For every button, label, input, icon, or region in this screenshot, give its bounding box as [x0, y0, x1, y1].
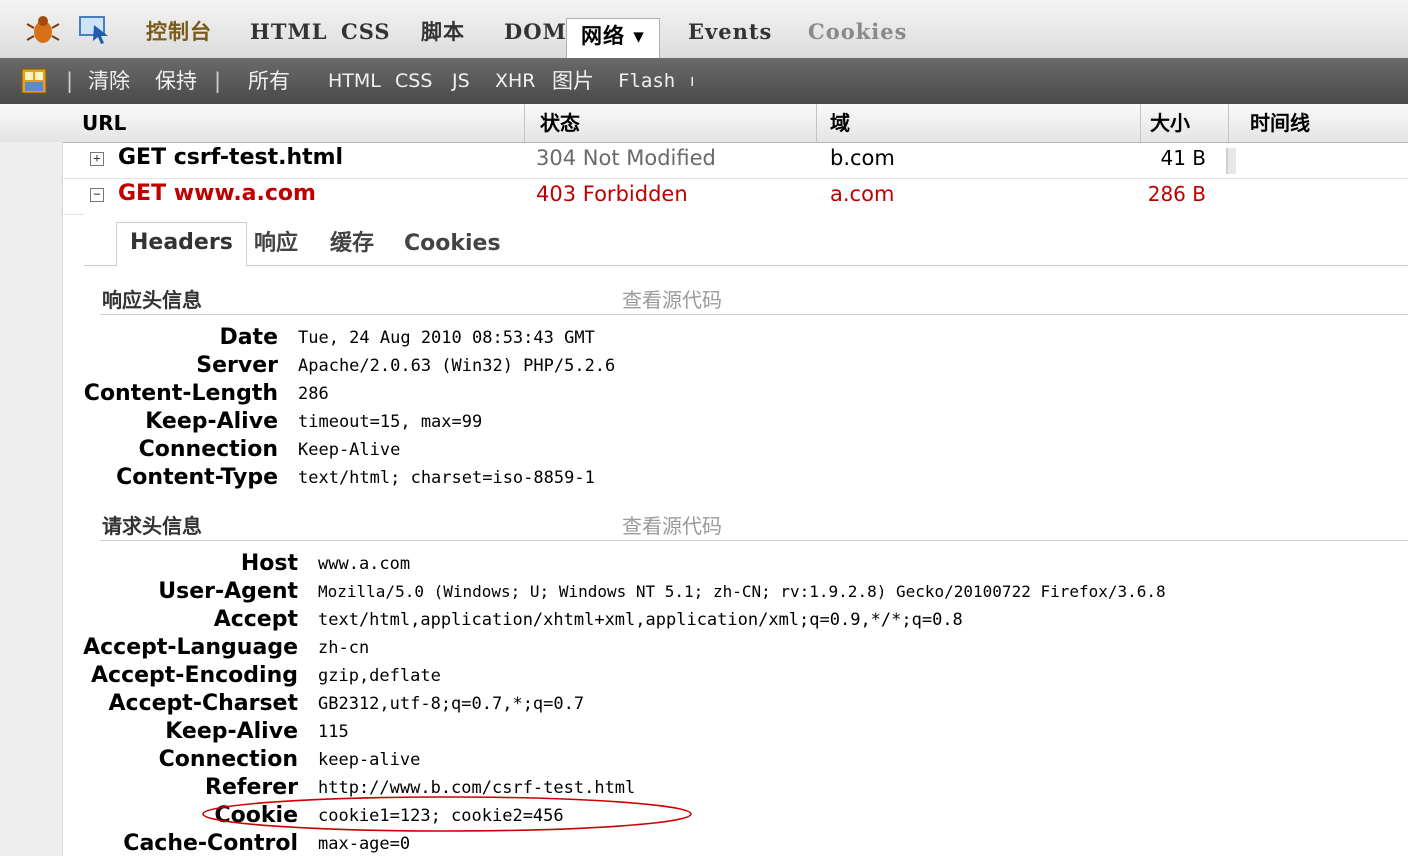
firebug-icon[interactable] [26, 12, 60, 46]
header-name: Keep-Alive [165, 719, 298, 744]
request-size: 41 B [1160, 146, 1206, 170]
header-name: Content-Type [116, 465, 278, 490]
column-divider [816, 104, 817, 142]
detail-tab-cookies[interactable]: Cookies [404, 224, 501, 264]
request-status: 403 Forbidden [536, 182, 688, 206]
filter-js-button[interactable]: JS [452, 66, 470, 96]
overflow-indicator: ı [690, 71, 695, 90]
column-header-row [0, 104, 1408, 143]
section-divider [100, 314, 1408, 315]
left-gutter [0, 142, 63, 856]
column-domain[interactable]: 域 [830, 104, 850, 142]
toolbar-separator: | [66, 69, 74, 93]
tab-events[interactable]: Events [688, 14, 772, 50]
header-name: Server [196, 353, 278, 378]
xhr-icon[interactable] [20, 67, 48, 95]
header-value: Tue, 24 Aug 2010 08:53:43 GMT [298, 328, 595, 348]
header-value: keep-alive [318, 750, 421, 770]
column-status[interactable]: 状态 [540, 104, 580, 142]
request-domain: a.com [830, 182, 895, 206]
header-name: Accept-Encoding [91, 663, 298, 688]
column-divider [524, 104, 525, 142]
section-divider [100, 540, 1408, 541]
inspect-icon[interactable] [78, 14, 112, 44]
column-url[interactable]: URL [82, 104, 126, 142]
header-name: Accept [213, 607, 298, 632]
filter-css-button[interactable]: CSS [395, 66, 432, 96]
header-name: Host [240, 551, 298, 576]
filter-html-button[interactable]: HTML [328, 66, 381, 96]
request-domain: b.com [830, 146, 895, 170]
timeline-bar [1226, 148, 1236, 174]
header-value: timeout=15, max=99 [298, 412, 483, 432]
header-value: zh-cn [318, 638, 370, 658]
tab-net[interactable]: 网络 ▾ [566, 18, 660, 59]
tab-css[interactable]: CSS [341, 14, 391, 50]
request-url[interactable]: GET csrf-test.html [118, 140, 343, 176]
collapse-icon[interactable]: − [90, 188, 104, 202]
header-value: GB2312,utf-8;q=0.7,*;q=0.7 [318, 694, 585, 714]
header-value: Keep-Alive [298, 440, 401, 460]
header-value: 115 [318, 722, 349, 742]
header-value: Mozilla/5.0 (Windows; U; Windows NT 5.1;… [318, 582, 1166, 601]
detail-tab-response[interactable]: 响应 [254, 224, 298, 264]
net-toolbar [0, 58, 1408, 104]
annotation-ellipse [202, 796, 692, 832]
column-timeline[interactable]: 时间线 [1250, 104, 1310, 142]
header-value: 286 [298, 384, 329, 404]
filter-all-button[interactable]: 所有 [248, 66, 290, 96]
tab-script[interactable]: 脚本 [421, 14, 465, 50]
header-name: Accept-Language [83, 635, 298, 660]
view-source-link[interactable]: 查看源代码 [622, 284, 722, 313]
header-name: Content-Length [83, 381, 278, 406]
column-size[interactable]: 大小 [1150, 104, 1190, 142]
header-name: Connection [158, 747, 298, 772]
detail-tab-headers[interactable]: Headers [116, 222, 247, 267]
expand-icon[interactable]: + [90, 152, 104, 166]
header-name: User-Agent [158, 579, 298, 604]
persist-button[interactable]: 保持 [155, 66, 197, 96]
tab-html[interactable]: HTML [250, 14, 327, 50]
filter-flash-button[interactable]: Flash [618, 66, 675, 96]
detail-tab-cache[interactable]: 缓存 [330, 224, 374, 264]
tab-dom[interactable]: DOM [504, 14, 567, 50]
column-divider [1228, 104, 1229, 142]
header-name: Date [219, 325, 278, 350]
view-source-link[interactable]: 查看源代码 [622, 510, 722, 539]
header-name: Accept-Charset [108, 691, 298, 716]
detail-tabs-divider [84, 265, 1408, 266]
request-size: 286 B [1147, 182, 1206, 206]
request-url[interactable]: GET www.a.com [118, 176, 316, 212]
tab-console[interactable]: 控制台 [146, 14, 212, 50]
toolbar-separator: | [214, 69, 222, 93]
header-value: text/html,application/xhtml+xml,applicat… [318, 610, 963, 630]
clear-button[interactable]: 清除 [88, 66, 130, 96]
header-value: www.a.com [318, 554, 411, 574]
request-headers-title: 请求头信息 [102, 514, 202, 538]
tab-cookies[interactable]: Cookies [808, 14, 907, 50]
column-divider [1140, 104, 1141, 142]
header-name: Keep-Alive [145, 409, 278, 434]
response-headers-title: 响应头信息 [102, 288, 202, 312]
filter-images-button[interactable]: 图片 [552, 66, 594, 96]
header-name: Connection [138, 437, 278, 462]
header-value: gzip,deflate [318, 666, 441, 686]
header-value: Apache/2.0.63 (Win32) PHP/5.2.6 [298, 356, 616, 376]
filter-xhr-button[interactable]: XHR [495, 66, 536, 96]
header-value: text/html; charset=iso-8859-1 [298, 468, 595, 488]
request-status: 304 Not Modified [536, 146, 716, 170]
